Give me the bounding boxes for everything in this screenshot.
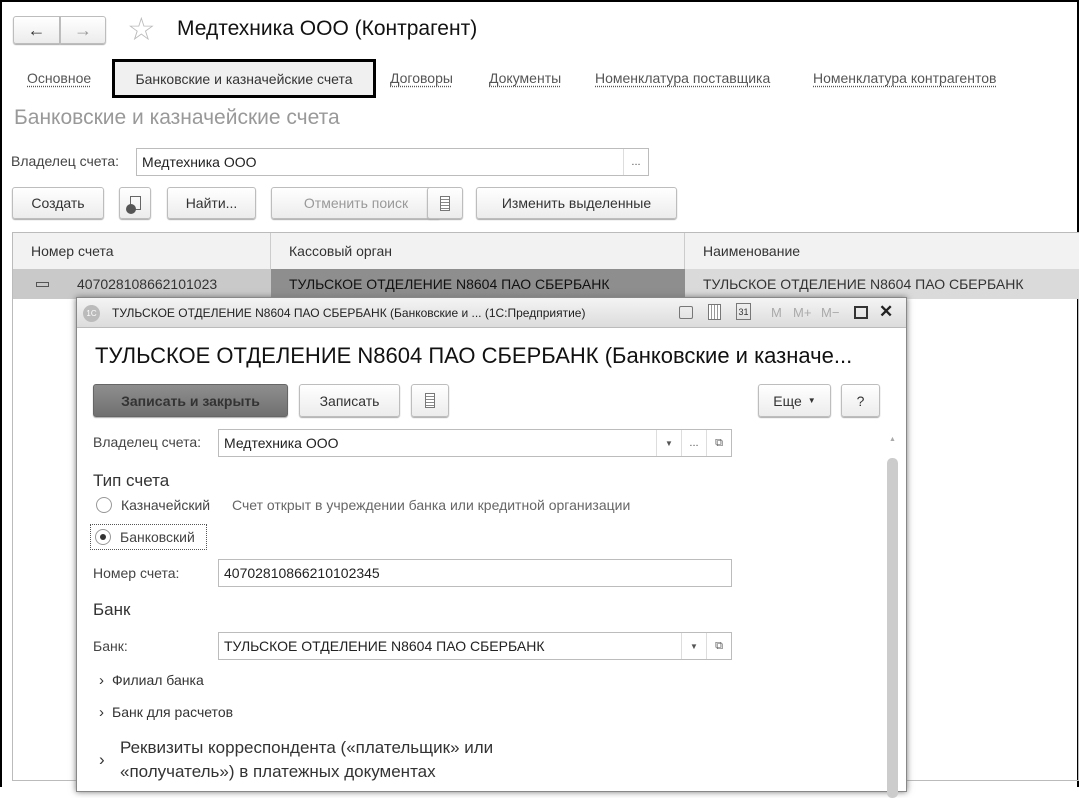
cash-office-cell: ТУЛЬСКОЕ ОТДЕЛЕНИЕ N8604 ПАО СБЕРБАНК <box>271 269 685 299</box>
bank-value: ТУЛЬСКОЕ ОТДЕЛЕНИЕ N8604 ПАО СБЕРБАНК <box>224 638 545 654</box>
list-icon <box>425 393 435 408</box>
bank-heading: Банк <box>93 600 131 619</box>
correspondent-label-line2: «получатель») в платежных документах <box>120 762 436 781</box>
account-type-heading: Тип счета <box>93 471 170 490</box>
bank-type-label: Банковский <box>120 529 195 545</box>
edit-selected-button[interactable]: Изменить выделенные <box>476 187 677 219</box>
name-cell: ТУЛЬСКОЕ ОТДЕЛЕНИЕ N8604 ПАО СБЕРБАНК <box>685 269 1079 299</box>
list-settings-button[interactable] <box>411 384 449 417</box>
select-button[interactable]: ... <box>623 149 648 175</box>
settlement-bank-label: Банк для расчетов <box>112 704 234 720</box>
create-button[interactable]: Создать <box>12 187 104 219</box>
branch-label: Филиал банка <box>112 672 204 688</box>
owner-label: Владелец счета: <box>93 434 202 450</box>
help-button[interactable]: ? <box>841 384 880 417</box>
chevron-right-icon: › <box>99 704 104 721</box>
list-icon <box>440 195 450 211</box>
owner-value: Медтехника ООО <box>142 154 257 170</box>
bank-label: Банк: <box>93 638 128 654</box>
column-header-name[interactable]: Наименование <box>685 233 1079 269</box>
branch-group[interactable]: › Филиал банка <box>99 672 204 689</box>
open-icon[interactable]: ⧉ <box>706 633 731 659</box>
memory-minus-button[interactable]: M− <box>821 305 839 320</box>
back-button[interactable]: ← <box>13 16 60 44</box>
1c-logo: 1С <box>83 305 100 322</box>
radio-treasury[interactable] <box>96 497 112 513</box>
account-modal: 1С ТУЛЬСКОЕ ОТДЕЛЕНИЕ N8604 ПАО СБЕРБАНК… <box>76 297 907 798</box>
minus-icon <box>36 281 49 287</box>
tab-counterparty-nomenclature[interactable]: Номенклатура контрагентов <box>813 70 996 86</box>
account-number: 407028108662101023 <box>77 276 218 292</box>
memory-button[interactable]: M <box>771 305 782 320</box>
modal-title: ТУЛЬСКОЕ ОТДЕЛЕНИЕ N8604 ПАО СБЕРБАНК (Б… <box>95 343 853 368</box>
tab-contracts[interactable]: Договоры <box>390 70 453 86</box>
modal-window-title: ТУЛЬСКОЕ ОТДЕЛЕНИЕ N8604 ПАО СБЕРБАНК (Б… <box>112 306 586 320</box>
owner-value: Медтехника ООО <box>224 435 339 451</box>
maximize-icon[interactable] <box>854 306 868 319</box>
chevron-down-icon: ▼ <box>807 396 816 405</box>
table-row[interactable]: 407028108662101023 ТУЛЬСКОЕ ОТДЕЛЕНИЕ N8… <box>13 269 1079 299</box>
dropdown-button[interactable]: ▼ <box>656 430 681 456</box>
account-number-cell: 407028108662101023 <box>13 269 271 299</box>
column-header-cash-office[interactable]: Кассовый орган <box>271 233 685 269</box>
section-title: Банковские и казначейские счета <box>14 106 340 129</box>
save-and-close-button[interactable]: Записать и закрыть <box>93 384 288 417</box>
column-header-number[interactable]: Номер счета <box>13 233 271 269</box>
tab-label: Банковские и казначейские счета <box>135 70 353 87</box>
open-icon[interactable]: ⧉ <box>706 430 731 456</box>
memory-plus-button[interactable]: M+ <box>793 305 811 320</box>
correspondent-label-line1: Реквизиты корреспондента («плательщик» и… <box>120 738 494 757</box>
select-button[interactable]: ... <box>681 430 706 456</box>
bank-input[interactable]: ТУЛЬСКОЕ ОТДЕЛЕНИЕ N8604 ПАО СБЕРБАНК ▼ … <box>218 632 732 660</box>
account-number-input[interactable]: 40702810866210102345 <box>218 559 732 587</box>
save-button[interactable]: Записать <box>299 384 400 417</box>
account-number-label: Номер счета: <box>93 565 180 581</box>
dropdown-button[interactable]: ▼ <box>681 633 706 659</box>
owner-input[interactable]: Медтехника ООО ▼ ... ⧉ <box>218 429 732 457</box>
tab-main[interactable]: Основное <box>27 70 91 86</box>
modal-titlebar: 1С ТУЛЬСКОЕ ОТДЕЛЕНИЕ N8604 ПАО СБЕРБАНК… <box>77 298 906 328</box>
settlement-bank-group[interactable]: › Банк для расчетов <box>99 704 233 721</box>
close-icon[interactable]: ✕ <box>879 302 893 322</box>
create-copy-button[interactable] <box>119 187 151 219</box>
find-button[interactable]: Найти... <box>167 187 256 219</box>
chevron-right-icon: › <box>99 672 104 689</box>
treasury-hint: Счет открыт в учреждении банка или креди… <box>232 497 631 513</box>
correspondent-group[interactable]: › Реквизиты корреспондента («плательщик»… <box>99 736 493 784</box>
tab-bank-accounts[interactable]: Банковские и казначейские счета <box>112 59 376 98</box>
arrow-left-icon: ← <box>27 19 46 40</box>
star-icon[interactable]: ☆ <box>127 10 156 48</box>
scroll-up-icon[interactable]: ▲ <box>889 436 896 443</box>
add-document-icon <box>125 196 141 214</box>
more-label: Еще <box>773 392 802 409</box>
cancel-search-button[interactable]: Отменить поиск <box>271 187 441 219</box>
account-number-value: 40702810866210102345 <box>224 565 380 581</box>
scrollbar[interactable] <box>887 458 898 798</box>
treasury-label: Казначейский <box>121 497 211 513</box>
radio-bank[interactable] <box>95 529 111 545</box>
page-title: Медтехника ООО (Контрагент) <box>177 17 478 40</box>
calendar-icon[interactable]: 31 <box>736 303 751 320</box>
arrow-right-icon: → <box>74 19 92 40</box>
calculator-icon[interactable] <box>708 304 721 320</box>
list-settings-button[interactable] <box>427 187 463 219</box>
owner-input[interactable]: Медтехника ООО... <box>136 148 649 176</box>
more-button[interactable]: Еще ▼ <box>758 384 831 417</box>
tab-documents[interactable]: Документы <box>489 70 561 86</box>
chevron-right-icon: › <box>99 750 105 769</box>
tab-supplier-nomenclature[interactable]: Номенклатура поставщика <box>595 70 770 86</box>
owner-label: Владелец счета: <box>11 153 120 169</box>
forward-button[interactable]: → <box>60 16 106 44</box>
print-icon[interactable] <box>679 306 693 319</box>
